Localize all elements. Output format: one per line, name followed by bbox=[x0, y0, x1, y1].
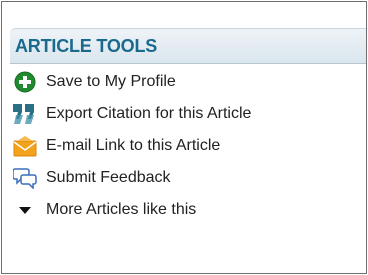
panel-title: ARTICLE TOOLS bbox=[15, 35, 158, 56]
tool-label: More Articles like this bbox=[46, 201, 197, 218]
tool-label: Submit Feedback bbox=[46, 169, 171, 186]
caret-down-icon bbox=[12, 197, 38, 223]
article-tools-frame: ARTICLE TOOLS Save to My Profile Export … bbox=[1, 1, 367, 274]
panel-header: ARTICLE TOOLS bbox=[10, 28, 366, 64]
tool-label: E-mail Link to this Article bbox=[46, 137, 221, 154]
more-articles-toggle[interactable]: More Articles like this bbox=[10, 194, 366, 226]
save-to-profile-link[interactable]: Save to My Profile bbox=[10, 66, 366, 98]
tool-label: Save to My Profile bbox=[46, 73, 176, 90]
submit-feedback-link[interactable]: Submit Feedback bbox=[10, 162, 366, 194]
email-link[interactable]: E-mail Link to this Article bbox=[10, 130, 366, 162]
tool-list: Save to My Profile Export Citation for t… bbox=[10, 66, 366, 226]
article-tools-panel: ARTICLE TOOLS Save to My Profile Export … bbox=[10, 28, 366, 226]
tool-label: Export Citation for this Article bbox=[46, 105, 252, 122]
quote-icon bbox=[12, 101, 38, 127]
plus-circle-icon bbox=[12, 69, 38, 95]
speech-bubbles-icon bbox=[12, 165, 38, 191]
envelope-icon bbox=[12, 133, 38, 159]
export-citation-link[interactable]: Export Citation for this Article bbox=[10, 98, 366, 130]
